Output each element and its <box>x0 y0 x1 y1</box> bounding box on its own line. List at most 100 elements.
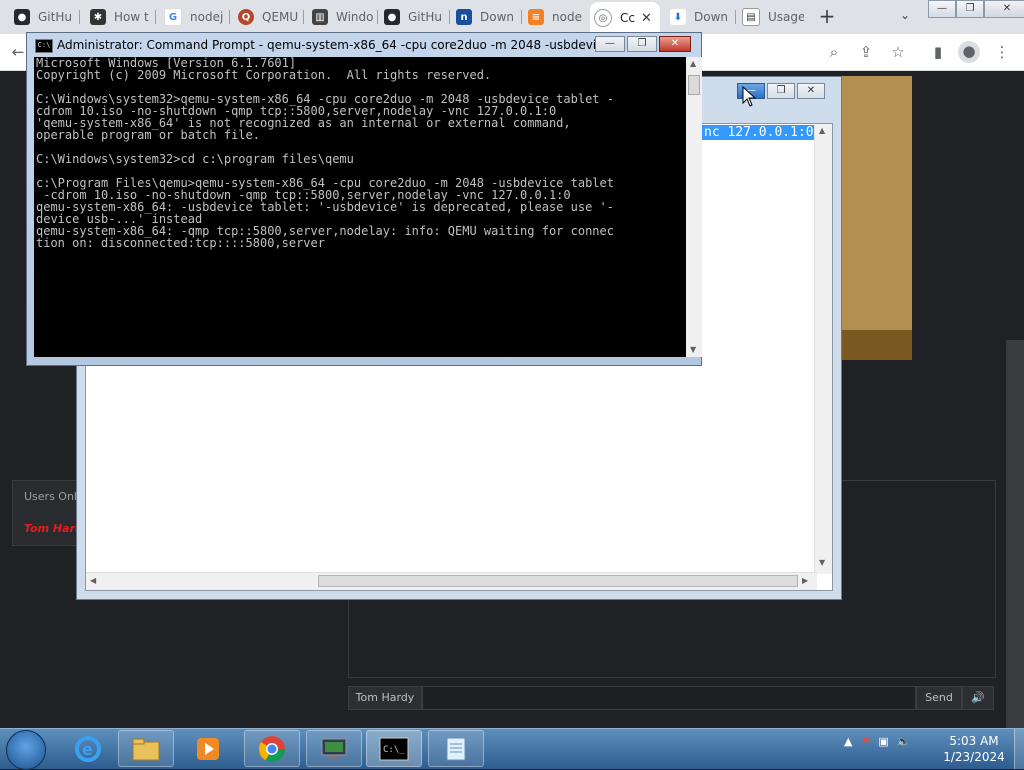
browser-tab-strip: ● GitHu ✱ How t G nodej Q QEMU ▥ Windo ●… <box>0 0 1024 34</box>
tab-search-button[interactable]: ⌄ <box>896 8 914 26</box>
cmd-icon[interactable]: C:\_ <box>366 730 422 767</box>
console-scrollbar[interactable]: ▲ ▼ <box>686 57 702 357</box>
tab-github-2[interactable]: ● GitHu <box>380 4 446 30</box>
close-button[interactable]: ✕ <box>984 0 1024 18</box>
stackoverflow-icon: ≡ <box>528 9 544 25</box>
tab-separator <box>79 10 80 24</box>
vertical-scrollbar[interactable]: ▲ ▼ <box>814 124 832 574</box>
start-button[interactable] <box>6 730 46 770</box>
scroll-down-arrow-icon[interactable]: ▼ <box>690 345 696 354</box>
scroll-right-arrow-icon[interactable]: ▶ <box>802 576 808 585</box>
tab-separator <box>377 10 378 24</box>
notepad-icon[interactable] <box>428 730 484 767</box>
kebab-menu-icon[interactable]: ⋮ <box>992 42 1012 62</box>
action-center-flag-icon[interactable]: ⚑ <box>860 735 870 748</box>
globe-icon: ◎ <box>594 9 612 27</box>
zoom-icon[interactable]: ⌕ <box>824 42 844 62</box>
show-desktop-button[interactable] <box>1014 729 1024 769</box>
n-icon: n <box>456 9 472 25</box>
horizontal-scrollbar[interactable]: ◀ ▶ <box>86 572 817 590</box>
tab-title: nodej <box>190 10 224 24</box>
cmd-icon[interactable]: C:\ <box>35 39 53 53</box>
command-prompt-window: C:\ Administrator: Command Prompt - qemu… <box>26 32 702 366</box>
clock-time: 5:03 AM <box>949 734 999 748</box>
selected-text[interactable]: nc 127.0.0.1:0 <box>702 125 816 140</box>
tab-how-to[interactable]: ✱ How t <box>86 4 152 30</box>
tab-title: QEMU <box>262 10 299 24</box>
tab-title: Windo <box>336 10 374 24</box>
cmd-titlebar[interactable]: C:\ Administrator: Command Prompt - qemu… <box>27 33 701 57</box>
send-button[interactable]: Send <box>916 686 962 710</box>
tab-title: How t <box>114 10 149 24</box>
tab-active[interactable]: ◎ Cc ✕ <box>590 2 660 34</box>
tab-download-1[interactable]: n Down <box>452 4 518 30</box>
show-hidden-icons-icon[interactable]: ▲ <box>844 735 852 748</box>
tab-separator <box>303 10 304 24</box>
back-arrow-icon[interactable]: ← <box>8 42 28 62</box>
explorer-icon[interactable] <box>118 730 174 767</box>
chrome-icon[interactable] <box>244 730 300 767</box>
tab-separator <box>155 10 156 24</box>
system-tray: ▲ ⚑ ▣ 🔈 <box>844 735 910 748</box>
console-output[interactable]: Microsoft Windows [Version 6.1.7601] Cop… <box>34 57 686 357</box>
scroll-up-arrow-icon[interactable]: ▲ <box>819 126 825 135</box>
horizontal-scroll-thumb[interactable] <box>318 575 798 587</box>
close-button[interactable]: ✕ <box>797 83 825 99</box>
minimize-button[interactable]: — <box>595 36 625 52</box>
close-button[interactable]: ✕ <box>659 36 691 52</box>
ie-icon[interactable]: e <box>60 730 116 767</box>
share-icon[interactable]: ⇪ <box>856 42 876 62</box>
minimize-button[interactable]: — <box>928 0 956 18</box>
close-icon[interactable]: ✕ <box>641 11 652 26</box>
tab-separator <box>521 10 522 24</box>
message-input[interactable] <box>422 686 916 710</box>
network-tool-icon[interactable] <box>306 730 362 767</box>
browser-window-controls: — ❐ ✕ <box>928 0 1024 18</box>
tab-download-2[interactable]: ⬇ Down <box>666 4 732 30</box>
maximize-button[interactable]: ❐ <box>627 36 657 52</box>
download-icon: ⬇ <box>670 9 686 25</box>
bookmark-star-icon[interactable]: ☆ <box>888 42 908 62</box>
tab-separator <box>449 10 450 24</box>
clock[interactable]: 5:03 AM 1/23/2024 <box>936 733 1012 765</box>
media-player-icon[interactable] <box>180 730 236 767</box>
scroll-left-arrow-icon[interactable]: ◀ <box>90 576 96 585</box>
maximize-button[interactable]: ❐ <box>767 83 795 99</box>
new-tab-button[interactable]: + <box>816 6 838 28</box>
users-online-title: Users Onl <box>24 490 77 503</box>
page-scrollbar[interactable] <box>1006 340 1024 728</box>
tab-github-1[interactable]: ● GitHu <box>10 4 76 30</box>
bug-icon: ✱ <box>90 9 106 25</box>
tab-title: Cc <box>620 11 635 25</box>
network-icon[interactable]: ▣ <box>878 735 888 748</box>
book-icon: ▤ <box>742 8 760 26</box>
github-icon: ● <box>14 9 30 25</box>
scroll-down-arrow-icon[interactable]: ▼ <box>819 558 825 567</box>
tab-google-nodejs[interactable]: G nodej <box>160 4 226 30</box>
tab-usage[interactable]: ▤ Usage <box>738 4 804 30</box>
side-panel-icon[interactable]: ▮ <box>928 42 948 62</box>
tab-qemu[interactable]: Q QEMU <box>234 4 300 30</box>
mouse-cursor-icon <box>742 86 757 107</box>
taskbar: e C:\_ ▲ ⚑ ▣ 🔈 5:03 AM 1/23/2024 <box>0 728 1024 770</box>
tab-separator <box>735 10 736 24</box>
tab-title: GitHu <box>408 10 442 24</box>
sound-icon[interactable]: 🔊 <box>962 686 994 710</box>
cmd-title: Administrator: Command Prompt - qemu-sys… <box>57 38 617 52</box>
profile-avatar-icon[interactable]: ● <box>958 41 980 63</box>
tab-separator <box>229 10 230 24</box>
svg-text:e: e <box>82 740 93 759</box>
tab-windows[interactable]: ▥ Windo <box>308 4 374 30</box>
archive-icon: ▥ <box>312 9 328 25</box>
console-scroll-thumb[interactable] <box>688 75 700 95</box>
github-icon: ● <box>384 9 400 25</box>
username-field[interactable]: Tom Hardy <box>348 686 422 710</box>
console-text: Microsoft Windows [Version 6.1.7601] Cop… <box>36 57 614 250</box>
tab-node[interactable]: ≡ node <box>524 4 590 30</box>
clock-date: 1/23/2024 <box>943 750 1005 764</box>
maximize-button[interactable]: ❐ <box>956 0 984 18</box>
volume-icon[interactable]: 🔈 <box>897 735 911 748</box>
google-icon: G <box>164 8 182 26</box>
users-online-item[interactable]: Tom Hard <box>24 522 83 535</box>
scroll-up-arrow-icon[interactable]: ▲ <box>690 59 696 68</box>
